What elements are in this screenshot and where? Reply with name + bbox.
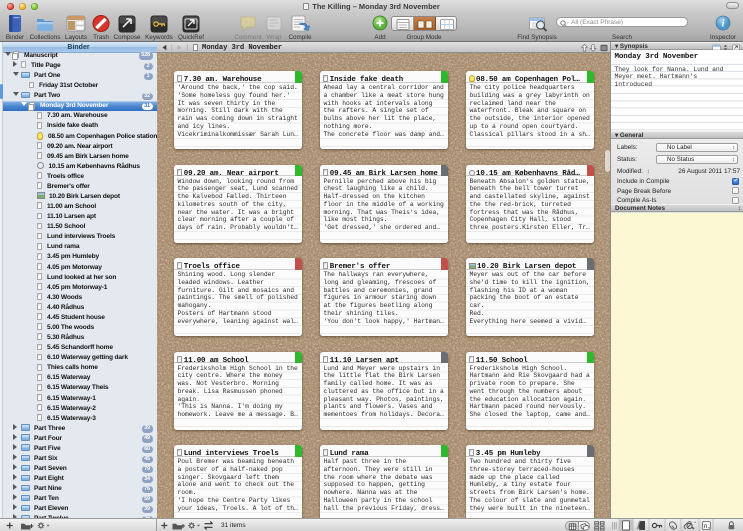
svg-text:i: i (722, 19, 725, 30)
svg-text:n: n (704, 524, 707, 530)
